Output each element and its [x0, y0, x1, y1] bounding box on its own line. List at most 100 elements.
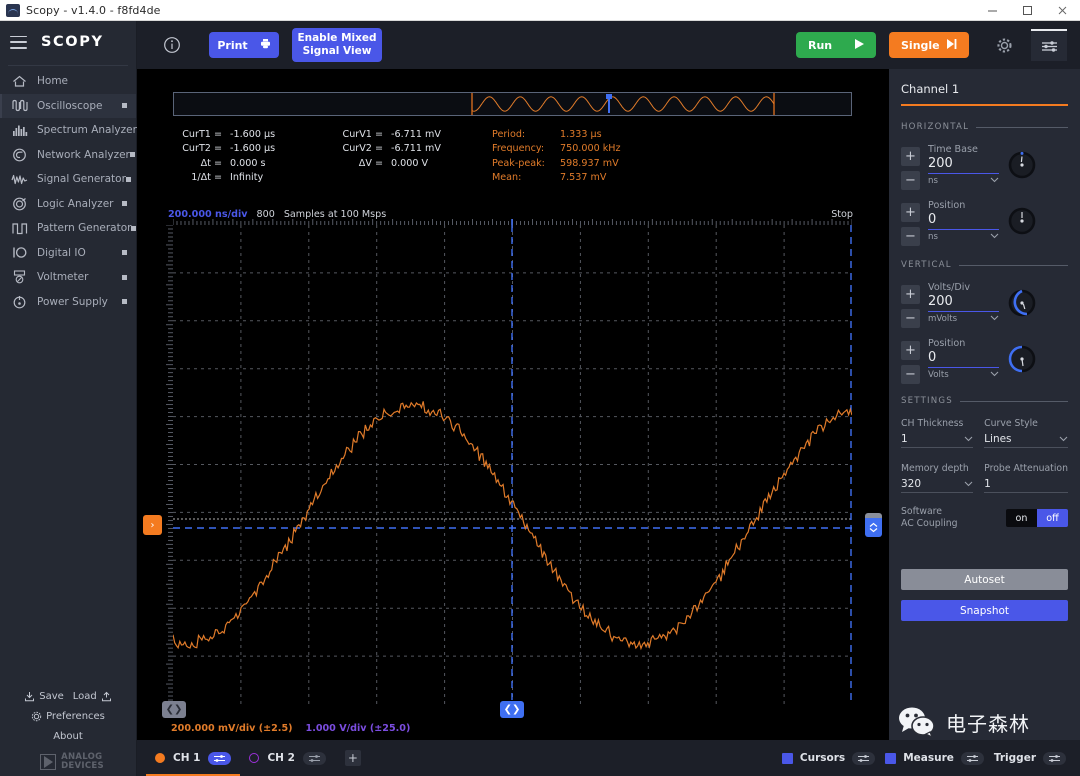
sidebar-item-marker[interactable] — [122, 103, 127, 109]
knob-position-h[interactable] — [1007, 206, 1037, 236]
close-icon[interactable] — [1045, 0, 1080, 20]
minimize-icon[interactable] — [975, 0, 1010, 20]
sidebar-item-network-analyzer[interactable]: Network Analyzer — [0, 143, 136, 168]
hposition-increment-button[interactable]: + — [901, 203, 920, 222]
voltsdiv-decrement-button[interactable]: − — [901, 309, 920, 328]
sidebar-item-marker[interactable] — [129, 152, 135, 158]
probe-attenuation-input[interactable]: 1 — [984, 478, 1068, 493]
snapshot-button[interactable]: Snapshot — [901, 600, 1068, 621]
app-brand-logo: SCOPY — [41, 34, 104, 50]
info-icon[interactable] — [163, 36, 181, 54]
trigger-position-handle[interactable]: ❮❯ — [500, 701, 524, 718]
hamburger-icon[interactable] — [10, 35, 27, 49]
sidebar-item-logic-analyzer[interactable]: Logic Analyzer — [0, 192, 136, 217]
curve-style-select[interactable]: Lines — [984, 433, 1068, 448]
save-button[interactable]: Save — [24, 691, 64, 702]
sidebar-item-marker[interactable] — [125, 176, 131, 182]
sidebar-item-marker[interactable] — [122, 201, 127, 207]
voltsdiv-increment-button[interactable]: + — [901, 285, 920, 304]
hposition-unit-select[interactable]: ns — [928, 232, 999, 242]
channel-tab-ch1[interactable]: CH 1 — [146, 740, 241, 776]
run-button[interactable]: Run — [796, 32, 876, 58]
channel-tab-ch2[interactable]: CH 2 — [240, 740, 334, 776]
sidebar-item-home[interactable]: Home — [0, 69, 136, 94]
timebase-increment-button[interactable]: + — [901, 147, 920, 166]
cursor-row-value: -1.600 µs — [230, 128, 276, 140]
sidebar-item-signal-generator[interactable]: Signal Generator — [0, 167, 136, 192]
ch2-settings-pill-button[interactable] — [302, 751, 326, 765]
cursors-toggle[interactable]: Cursors — [781, 751, 876, 765]
memory-depth-select[interactable]: 320 — [901, 478, 974, 493]
ac-coupling-toggle[interactable]: on off — [1006, 509, 1068, 527]
channel1-offset-handle[interactable]: › — [143, 515, 162, 535]
load-label: Load — [72, 690, 97, 702]
save-label: Save — [39, 690, 64, 702]
vposition-increment-button[interactable]: + — [901, 341, 920, 360]
vposition-stepper: + − — [901, 337, 920, 384]
voltsdiv-field: Volts/Div 200 mVolts — [928, 281, 999, 324]
autoset-button[interactable]: Autoset — [901, 569, 1068, 590]
ac-coupling-on-option[interactable]: on — [1006, 509, 1037, 527]
chevron-right-icon: › — [150, 519, 155, 531]
vposition-unit-select[interactable]: Volts — [928, 370, 999, 380]
sidebar-item-spectrum-analyzer[interactable]: Spectrum Analyzer — [0, 118, 142, 143]
trigger-settings-pill-button[interactable] — [1043, 751, 1066, 765]
sidebar-item-label: Power Supply — [37, 295, 108, 308]
single-button[interactable]: Single — [889, 32, 969, 58]
about-button[interactable]: About — [0, 726, 136, 746]
timebase-decrement-button[interactable]: − — [901, 171, 920, 190]
sidebar-item-marker[interactable] — [131, 225, 137, 231]
vposition-value[interactable]: 0 — [928, 350, 999, 368]
add-channel-button[interactable]: + — [344, 750, 361, 766]
sidebar-item-voltmeter[interactable]: Voltmeter — [0, 265, 136, 290]
analog-devices-logo: ANALOG DEVICES — [0, 753, 136, 770]
measure-value: 1.333 µs — [560, 128, 602, 140]
printer-icon[interactable] — [260, 38, 271, 52]
voltsdiv-unit-select[interactable]: mVolts — [928, 314, 999, 324]
sidebar-item-marker[interactable] — [122, 299, 127, 305]
trigger-toggle[interactable]: Trigger — [994, 751, 1066, 765]
timebase-unit-select[interactable]: ns — [928, 176, 999, 186]
waveform-overview-strip[interactable] — [173, 92, 852, 116]
sidebar-item-power-supply[interactable]: Power Supply — [0, 290, 136, 315]
preferences-button[interactable]: Preferences — [0, 706, 136, 726]
ch1-settings-pill-button[interactable] — [208, 751, 232, 765]
knob-voltsdiv[interactable] — [1007, 288, 1037, 318]
load-button[interactable]: Load — [73, 691, 112, 702]
preferences-label: Preferences — [46, 710, 105, 722]
oscilloscope-plot[interactable] — [173, 225, 852, 704]
measure-settings-pill-button[interactable] — [960, 751, 984, 765]
sidebar-item-digital-io[interactable]: Digital IO — [0, 241, 136, 266]
cursors-settings-pill-button[interactable] — [852, 751, 876, 765]
timebase-value[interactable]: 200 — [928, 156, 999, 174]
hposition-value[interactable]: 0 — [928, 212, 999, 230]
maximize-icon[interactable] — [1010, 0, 1045, 20]
ac-coupling-off-option[interactable]: off — [1037, 509, 1068, 527]
ch-thickness-select[interactable]: 1 — [901, 433, 974, 448]
settings-gear-button[interactable] — [991, 32, 1017, 58]
cursor-position-handle[interactable]: ❮❯ — [162, 701, 186, 718]
measure-key: Period: — [492, 128, 526, 140]
measure-toggle[interactable]: Measure — [885, 751, 984, 765]
window-controls — [975, 0, 1080, 20]
trigger-level-handle[interactable] — [865, 513, 882, 537]
cursors-checkbox[interactable] — [781, 752, 793, 764]
sidebar-item-oscilloscope[interactable]: Oscilloscope — [0, 93, 136, 118]
run-label: Run — [808, 38, 833, 52]
enable-mixed-signal-view-button[interactable]: Enable Mixed Signal View — [292, 28, 382, 62]
voltsdiv-value[interactable]: 200 — [928, 294, 999, 312]
sidebar-item-marker[interactable] — [122, 274, 127, 280]
knob-timebase[interactable] — [1007, 150, 1037, 180]
ch2-color-dot-icon — [249, 753, 260, 763]
vposition-decrement-button[interactable]: − — [901, 365, 920, 384]
sidebar-item-marker[interactable] — [122, 250, 127, 256]
sliders-icon — [1041, 40, 1057, 52]
timebase-control: + − Time Base 200 ns — [901, 143, 1068, 190]
knob-position-v[interactable] — [1007, 344, 1037, 374]
single-label: Single — [901, 38, 940, 52]
hposition-decrement-button[interactable]: − — [901, 227, 920, 246]
print-button[interactable]: Print — [209, 32, 279, 58]
sidebar-item-pattern-generator[interactable]: Pattern Generator — [0, 216, 137, 241]
panel-toggle-button[interactable] — [1031, 29, 1067, 61]
measure-checkbox[interactable] — [885, 752, 897, 764]
